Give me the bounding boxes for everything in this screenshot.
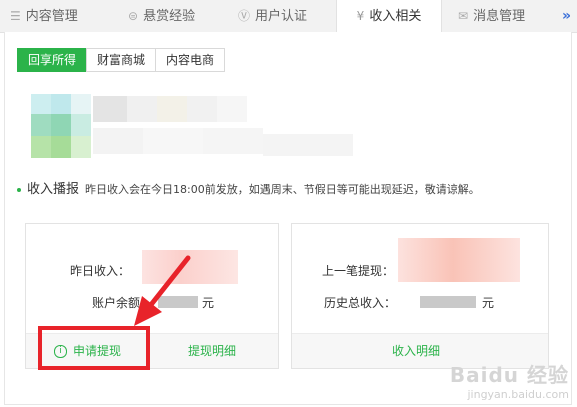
income-detail-link[interactable]: 收入明细 (392, 334, 440, 368)
income-notice: 收入播报 昨日收入会在今日18:00前发放，如遇周末、节假日等可能出现延迟，敬请谅… (17, 180, 480, 198)
top-tab-bar: ☰ 内容管理 ⊜ 悬赏经验 Ⓥ 用户认证 ¥ 收入相关 ✉ 消息管理 » (0, 0, 577, 33)
tab-income[interactable]: ¥ 收入相关 (336, 0, 442, 33)
bullet-dot-icon (17, 187, 21, 192)
verify-v-icon: Ⓥ (238, 9, 251, 23)
redacted-mosaic (31, 94, 371, 162)
account-balance-label: 账户余额： (92, 296, 153, 310)
balance-value-redacted (158, 296, 198, 308)
annotation-highlight-box (38, 326, 150, 370)
tab-message-management[interactable]: ✉ 消息管理 (458, 0, 525, 32)
total-income-label: 历史总收入： (324, 296, 397, 310)
notice-text: 昨日收入会在今日18:00前发放，如遇周末、节假日等可能出现延迟，敬请谅解。 (85, 183, 480, 196)
last-withdraw-label: 上一笔提现： (322, 264, 395, 278)
total-income-unit: 元 (482, 296, 495, 310)
subtab-content-ecommerce[interactable]: 内容电商 (155, 48, 226, 72)
yesterday-income-value-redacted (142, 250, 238, 284)
tab-reward-experience[interactable]: ⊜ 悬赏经验 (128, 0, 195, 32)
withdraw-detail-link[interactable]: 提现明细 (188, 334, 236, 368)
sub-tab-group: 回享所得 财富商城 内容电商 (17, 48, 226, 72)
tab-label: 内容管理 (25, 9, 78, 24)
tab-label: 用户认证 (255, 9, 308, 24)
watermark-brand: Baidu 经验 (449, 363, 569, 387)
tab-label: 收入相关 (369, 9, 422, 24)
subtab-share-income[interactable]: 回享所得 (17, 48, 88, 72)
subtab-wealth-mall[interactable]: 财富商城 (86, 48, 157, 72)
income-card: 上一笔提现： 历史总收入： 元 收入明细 (291, 223, 549, 369)
yesterday-income-label: 昨日收入： (70, 264, 131, 278)
total-income-value-redacted (420, 296, 476, 308)
tab-user-verification[interactable]: Ⓥ 用户认证 (238, 0, 307, 32)
balance-unit: 元 (202, 296, 215, 310)
watermark-url: jingyan.baidu.com (467, 388, 569, 401)
baidu-watermark: Baidu 经验 jingyan.baidu.com (450, 359, 569, 401)
more-tabs-button[interactable]: » (562, 0, 571, 32)
coin-icon: ⊜ (128, 9, 139, 23)
tab-label: 消息管理 (473, 9, 526, 24)
tab-content-management[interactable]: ☰ 内容管理 (10, 0, 78, 32)
tab-label: 悬赏经验 (143, 9, 196, 24)
list-icon: ☰ (10, 9, 21, 23)
last-withdraw-value-redacted (398, 238, 520, 282)
mail-icon: ✉ (458, 9, 469, 23)
yen-icon: ¥ (356, 9, 365, 23)
notice-title: 收入播报 (27, 182, 80, 197)
